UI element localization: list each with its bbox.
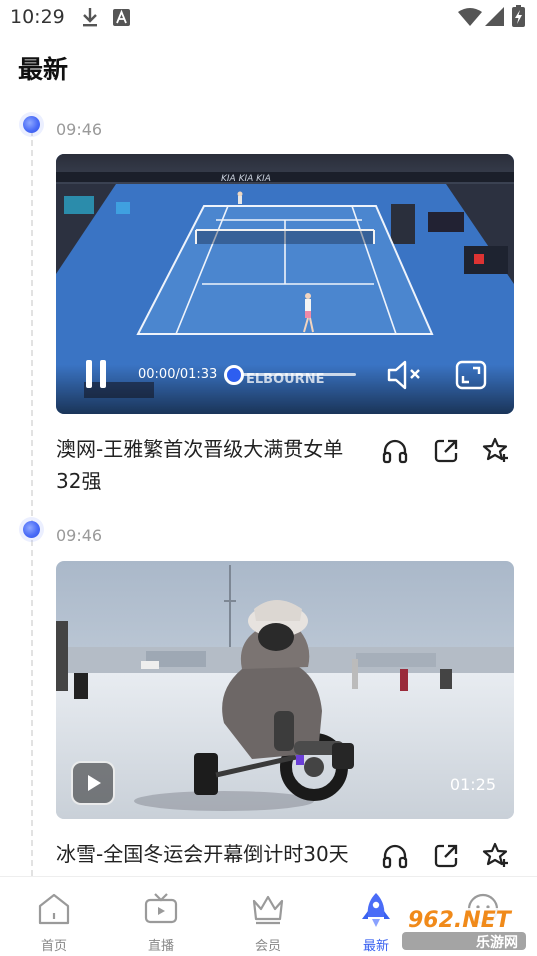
nav-label: 直播 <box>147 939 174 954</box>
wifi-icon <box>458 8 482 26</box>
signal-icon <box>485 7 504 26</box>
timeline-time: 09:46 <box>56 120 103 139</box>
pause-button[interactable] <box>80 360 114 392</box>
video-title[interactable]: 澳网-王雅繁首次晋级大满贯女单32强 <box>56 433 366 497</box>
nav-item-live[interactable]: 直播 <box>121 877 201 956</box>
crown-icon <box>252 895 284 925</box>
headphones-icon[interactable] <box>381 842 409 870</box>
download-icon <box>83 8 97 27</box>
nav-item-home[interactable]: 首页 <box>14 877 94 956</box>
nav-label: 首页 <box>40 939 67 954</box>
play-icon <box>88 775 101 791</box>
home-icon <box>38 893 70 925</box>
timeline-time: 09:46 <box>56 526 103 545</box>
favorite-star-icon[interactable] <box>482 436 510 464</box>
site-watermark: 962.NET 乐游网 <box>398 904 530 952</box>
nav-item-member[interactable]: 会员 <box>228 877 308 956</box>
play-button[interactable] <box>71 761 115 805</box>
notification-a-icon <box>113 9 130 26</box>
share-icon[interactable] <box>432 842 460 870</box>
fullscreen-icon[interactable] <box>454 358 488 392</box>
video-title[interactable]: 冰雪-全国冬运会开幕倒计时30天 <box>56 838 366 870</box>
video-frame-snow-kart <box>56 561 514 819</box>
battery-charging-icon <box>512 5 525 27</box>
watermark-brand: 962.NET <box>408 908 511 933</box>
video-player[interactable]: KIA KIA KIA ELBOURNE 00:00/01:33 <box>56 154 514 414</box>
svg-text:KIA KIA KIA: KIA KIA KIA <box>221 174 271 184</box>
status-time: 10:29 <box>10 6 65 28</box>
watermark-subtitle: 乐游网 <box>476 935 518 951</box>
timeline-dot <box>23 116 40 133</box>
page-title: 最新 <box>18 55 69 84</box>
video-duration: 01:25 <box>449 775 496 794</box>
nav-label: 会员 <box>254 939 281 954</box>
rocket-icon <box>362 893 390 927</box>
favorite-star-icon[interactable] <box>482 841 510 869</box>
headphones-icon[interactable] <box>381 437 409 465</box>
timeline-dot <box>23 521 40 538</box>
progress-knob[interactable] <box>224 365 244 385</box>
progress-track[interactable] <box>228 373 356 376</box>
share-icon[interactable] <box>432 437 460 465</box>
status-bar: 10:29 <box>0 0 537 36</box>
tv-icon <box>144 893 178 924</box>
playback-time: 00:00/01:33 <box>138 367 218 382</box>
video-thumbnail[interactable]: 01:25 <box>56 561 514 819</box>
mute-icon[interactable] <box>386 358 424 392</box>
timeline-line <box>31 130 33 876</box>
